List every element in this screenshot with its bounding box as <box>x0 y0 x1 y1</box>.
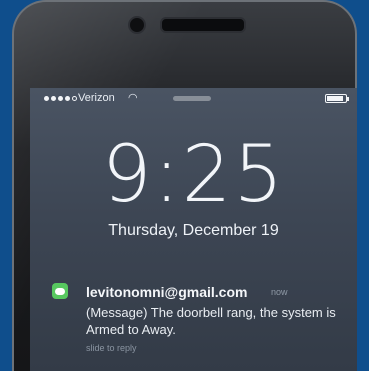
battery-icon <box>325 94 349 103</box>
lock-time: 9:25 <box>101 130 286 220</box>
notification-timestamp: now <box>271 287 288 297</box>
notification-sender: levitonomni@gmail.com <box>86 284 248 300</box>
notification-message[interactable]: (Message) The doorbell rang, the system … <box>86 304 336 338</box>
status-bar: Verizon ◠ <box>30 88 357 110</box>
signal-strength-icon <box>44 96 77 101</box>
earpiece-speaker <box>160 17 246 33</box>
wifi-icon: ◠ <box>128 92 138 104</box>
carrier-name: Verizon <box>78 92 115 104</box>
lock-date: Thursday, December 19 <box>108 222 279 239</box>
slide-to-reply-hint[interactable]: slide to reply <box>86 343 137 353</box>
notification-center-handle[interactable] <box>173 96 211 101</box>
battery-fill <box>327 96 343 101</box>
front-camera <box>128 16 146 34</box>
messages-icon <box>52 283 68 299</box>
lock-screen[interactable]: Verizon ◠ 9:25 Thursday, December 19 lev… <box>30 88 357 371</box>
